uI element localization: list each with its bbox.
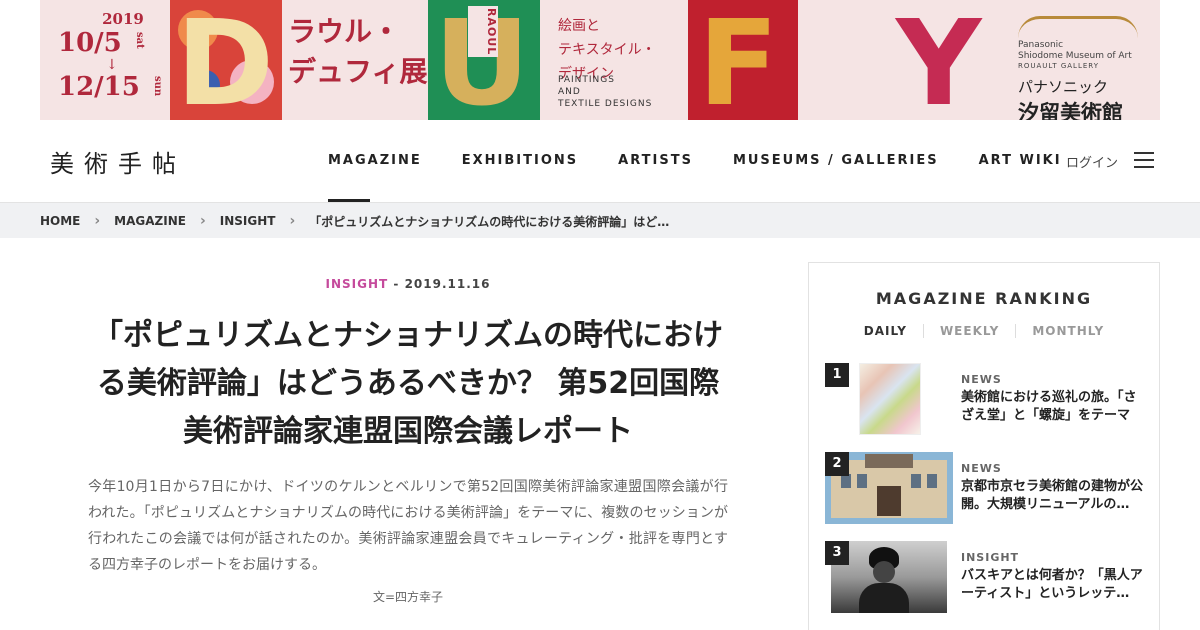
ranking-category: NEWS bbox=[961, 373, 1002, 386]
site-header: 美術手帖 MAGAZINE EXHIBITIONS ARTISTS MUSEUM… bbox=[0, 120, 1200, 202]
tab-weekly[interactable]: WEEKLY bbox=[922, 324, 1015, 338]
chevron-right-icon: › bbox=[289, 213, 296, 229]
main-nav: MAGAZINE EXHIBITIONS ARTISTS MUSEUMS / G… bbox=[308, 120, 1082, 202]
breadcrumb-list: HOME › MAGAZINE › INSIGHT › 「ポピュリズムとナショナ… bbox=[40, 203, 669, 239]
banner-panel-d: D bbox=[170, 0, 282, 120]
article-lead: 今年10月1日から7日にかけ、ドイツのケルンとベルリンで第52回国際美術評論家連… bbox=[88, 479, 728, 573]
portrait-face bbox=[873, 561, 895, 583]
nav-exhibitions[interactable]: EXHIBITIONS bbox=[442, 120, 598, 202]
banner-panel-y: Y bbox=[886, 0, 996, 120]
museum-jp1: パナソニック bbox=[1018, 78, 1109, 96]
museum-en3: ROUAULT GALLERY bbox=[1018, 62, 1099, 70]
breadcrumb-home[interactable]: HOME bbox=[40, 214, 80, 228]
banner-start-date: 10/5 sat bbox=[58, 28, 188, 58]
banner-subtitle-line2: テキスタイル・ bbox=[558, 42, 656, 58]
museum-en1: Panasonic bbox=[1018, 40, 1064, 50]
banner-year: 2019 bbox=[102, 10, 144, 28]
ranking-item-title[interactable]: 美術館における巡礼の旅。「さざえ堂」と「螺旋」をテーマに… bbox=[961, 389, 1145, 425]
artwork-image bbox=[859, 363, 921, 435]
hamburger-menu-icon[interactable] bbox=[1134, 152, 1154, 170]
building-roof bbox=[865, 454, 913, 468]
article-category[interactable]: INSIGHT bbox=[326, 277, 389, 291]
banner-subtitle-en: PAINTINGS AND TEXTILE DESIGNS bbox=[558, 74, 652, 110]
ranking-item[interactable]: 1 NEWS 美術館における巡礼の旅。「さざえ堂」と「螺旋」をテーマに… bbox=[825, 363, 1145, 437]
breadcrumb-current: 「ポピュリズムとナショナリズムの時代における美術評論」はど… bbox=[309, 214, 670, 229]
banner-panel-u: U RAOUL bbox=[428, 0, 540, 120]
banner-raoul: RAOUL bbox=[468, 6, 498, 58]
banner-subtitle-en1: PAINTINGS bbox=[558, 75, 615, 85]
portrait-body bbox=[859, 583, 909, 613]
banner-end-dow: sun bbox=[151, 76, 163, 97]
chevron-right-icon: › bbox=[94, 213, 101, 229]
banner-subtitle-en3: TEXTILE DESIGNS bbox=[558, 99, 653, 109]
building-window bbox=[857, 474, 867, 488]
banner-start-dow: sat bbox=[133, 32, 145, 49]
banner-panel-f: F bbox=[688, 0, 798, 120]
ranking-item-title[interactable]: バスキアとは何者か？「黒人アーティスト」というレッテ… bbox=[961, 567, 1145, 603]
ranking-category: NEWS bbox=[961, 462, 1002, 475]
building-window bbox=[911, 474, 921, 488]
article-credit: 文=四方幸子 bbox=[372, 590, 444, 604]
building-window bbox=[927, 474, 937, 488]
exhibition-banner[interactable]: 2019 10/5 sat ↓ 12/15 sun D ラウル・ デュフィ展 U R… bbox=[40, 0, 1160, 120]
rank-number: 3 bbox=[825, 541, 849, 565]
breadcrumb-magazine[interactable]: MAGAZINE bbox=[114, 214, 186, 228]
breadcrumb-insight[interactable]: INSIGHT bbox=[220, 214, 276, 228]
menu-bar bbox=[1134, 152, 1154, 154]
banner-letter-y: Y bbox=[896, 0, 982, 120]
nav-magazine[interactable]: MAGAZINE bbox=[308, 120, 442, 202]
nav-artists[interactable]: ARTISTS bbox=[598, 120, 713, 202]
banner-start-text: 10/5 bbox=[58, 28, 122, 58]
museum-jp2: 汐留美術館 bbox=[1018, 101, 1123, 120]
banner-end-text: 12/15 bbox=[58, 72, 140, 102]
banner-end-date: 12/15 sun bbox=[58, 72, 188, 102]
ranking-item[interactable]: 3 INSIGHT バスキアとは何者か？「黒人アーティスト」というレッテ… bbox=[825, 541, 1145, 615]
banner-letter-f: F bbox=[698, 0, 779, 120]
menu-bar bbox=[1134, 166, 1154, 168]
meta-separator: - bbox=[388, 277, 405, 291]
ranking-item-title[interactable]: 京都市京セラ美術館の建物が公開。大規模リニューアルの… bbox=[961, 478, 1145, 514]
site-logo[interactable]: 美術手帖 bbox=[50, 144, 186, 179]
article-meta: INSIGHT - 2019.11.16 bbox=[88, 277, 728, 291]
building-window bbox=[841, 474, 851, 488]
banner-title-line1: ラウル・ bbox=[288, 15, 401, 48]
login-link[interactable]: ログイン bbox=[1066, 152, 1118, 171]
breadcrumb: HOME › MAGAZINE › INSIGHT › 「ポピュリズムとナショナ… bbox=[0, 202, 1200, 238]
magazine-ranking: MAGAZINE RANKING DAILY WEEKLY MONTHLY 1 … bbox=[808, 262, 1160, 630]
banner-letter-d: D bbox=[176, 0, 274, 120]
banner-dates: 2019 10/5 sat ↓ 12/15 sun bbox=[58, 10, 188, 102]
banner-subtitle-en2: AND bbox=[558, 87, 581, 97]
ranking-tabs: DAILY WEEKLY MONTHLY bbox=[809, 324, 1159, 338]
menu-bar bbox=[1134, 159, 1154, 161]
building-door bbox=[877, 486, 901, 516]
nav-museums-galleries[interactable]: MUSEUMS / GALLERIES bbox=[713, 120, 959, 202]
tab-daily[interactable]: DAILY bbox=[848, 324, 923, 338]
tab-monthly[interactable]: MONTHLY bbox=[1015, 324, 1120, 338]
museum-arc-icon bbox=[1018, 16, 1138, 38]
banner-subtitle-line1: 絵画と bbox=[558, 18, 600, 34]
museum-en2: Shiodome Museum of Art bbox=[1018, 51, 1132, 61]
rank-number: 2 bbox=[825, 452, 849, 476]
article-title: 「ポピュリズムとナショナリズムの時代における美術評論」はどうあるべきか？ 第52… bbox=[93, 318, 723, 449]
nav-art-wiki[interactable]: ART WIKI bbox=[959, 120, 1082, 202]
chevron-right-icon: › bbox=[199, 213, 206, 229]
ranking-category: INSIGHT bbox=[961, 551, 1020, 564]
rank-number: 1 bbox=[825, 363, 849, 387]
banner-title-line2: デュフィ展 bbox=[288, 55, 428, 88]
museum-logo: Panasonic Shiodome Museum of Art ROUAULT… bbox=[1018, 16, 1153, 120]
article-date: 2019.11.16 bbox=[404, 277, 491, 291]
ranking-item[interactable]: 2 NEWS 京都市京セラ美術館の建物が公開。大規模リニューアルの… bbox=[825, 452, 1145, 526]
banner-arrow: ↓ bbox=[106, 57, 118, 73]
banner-panel-pattern bbox=[798, 0, 886, 120]
ranking-title: MAGAZINE RANKING bbox=[875, 289, 1093, 308]
banner-title: ラウル・ デュフィ展 bbox=[288, 12, 427, 92]
